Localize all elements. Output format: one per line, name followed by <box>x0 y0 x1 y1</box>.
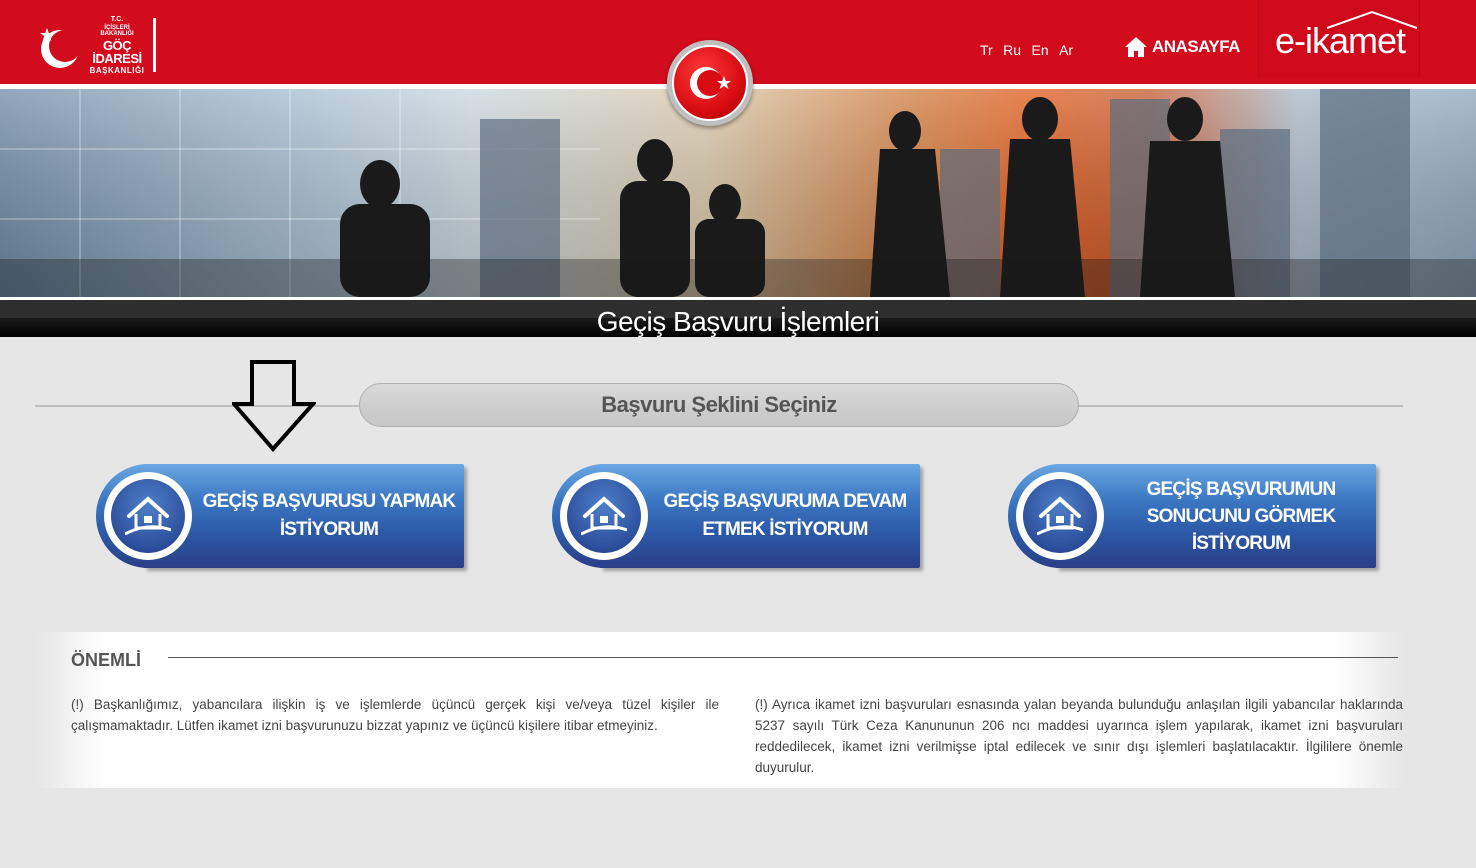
house-icon <box>1037 496 1083 536</box>
crescent-star-icon <box>690 67 731 99</box>
separator-line-right <box>1078 405 1403 407</box>
new-application-button[interactable]: GEÇİŞ BAŞVURUSU YAPMAK İSTİYORUM <box>96 464 466 572</box>
house-icon <box>581 496 627 536</box>
notice-heading-line <box>168 657 1398 658</box>
page-title: Geçiş Başvuru İşlemleri <box>596 306 880 337</box>
logo-line-3: GÖÇ İDARESİ <box>92 38 142 66</box>
button-icon-ring <box>104 472 192 560</box>
flag-circle <box>672 45 748 121</box>
home-link-label: ANASAYFA <box>1152 37 1240 56</box>
notice-heading: ÖNEMLİ <box>71 650 141 670</box>
important-notice: ÖNEMLİ (!) Başkanlığımız, yabancılara il… <box>36 632 1404 788</box>
lang-ar[interactable]: Ar <box>1059 42 1073 58</box>
page-title-bar: Geçiş Başvuru İşlemleri <box>0 300 1476 337</box>
turkish-flag-badge <box>667 40 753 126</box>
banner-image <box>0 89 1476 297</box>
logo-divider <box>153 18 156 72</box>
language-switcher: Tr Ru En Ar <box>980 42 1079 60</box>
travelers-silhouette-image <box>0 89 1476 297</box>
view-result-button[interactable]: GEÇİŞ BAŞVURUMUN SONUCUNU GÖRMEK İSTİYOR… <box>1008 464 1378 572</box>
down-arrow-icon <box>232 360 316 452</box>
home-link[interactable]: ANASAYFA <box>1124 36 1240 58</box>
crescent-star-icon <box>40 28 81 68</box>
button-icon-ring <box>560 472 648 560</box>
lang-en[interactable]: En <box>1032 42 1049 58</box>
button-icon-circle <box>111 479 185 553</box>
button-icon-circle <box>1023 479 1097 553</box>
continue-application-label: GEÇİŞ BAŞVURUMA DEVAM ETMEK İSTİYORUM <box>663 491 908 540</box>
notice-text-left: (!) Başkanlığımız, yabancılara ilişkin i… <box>71 697 719 733</box>
button-icon-ring <box>1016 472 1104 560</box>
lang-tr[interactable]: Tr <box>980 42 993 58</box>
logo-line-2: İÇİŞLERİ BAKANLIĞI <box>100 25 134 37</box>
house-icon <box>125 496 171 536</box>
e-ikamet-logo[interactable]: e-ikamet <box>1258 0 1420 78</box>
selection-prompt-label: Başvuru Şeklini Seçiniz <box>601 392 837 417</box>
new-application-label: GEÇİŞ BAŞVURUSU YAPMAK İSTİYORUM <box>202 491 456 540</box>
lang-ru[interactable]: Ru <box>1003 42 1021 58</box>
logo-line-1: T.C. <box>110 16 124 23</box>
button-icon-circle <box>567 479 641 553</box>
goc-idaresi-logo[interactable]: T.C. İÇİŞLERİ BAKANLIĞI GÖÇ İDARESİ BAŞK… <box>38 16 163 75</box>
view-result-label: GEÇİŞ BAŞVURUMUN SONUCUNU GÖRMEK İSTİYOR… <box>1146 478 1337 554</box>
continue-application-button[interactable]: GEÇİŞ BAŞVURUMA DEVAM ETMEK İSTİYORUM <box>552 464 922 572</box>
selection-prompt: Başvuru Şeklini Seçiniz <box>359 383 1079 427</box>
home-icon <box>1125 37 1147 57</box>
logo-text: T.C. İÇİŞLERİ BAKANLIĞI GÖÇ İDARESİ BAŞK… <box>88 16 146 75</box>
e-ikamet-wordmark: e-ikamet <box>1275 20 1406 61</box>
logo-line-4: BAŞKANLIĞI <box>89 66 145 75</box>
notice-text-right: (!) Ayrıca ikamet izni başvuruları esnas… <box>755 697 1403 775</box>
